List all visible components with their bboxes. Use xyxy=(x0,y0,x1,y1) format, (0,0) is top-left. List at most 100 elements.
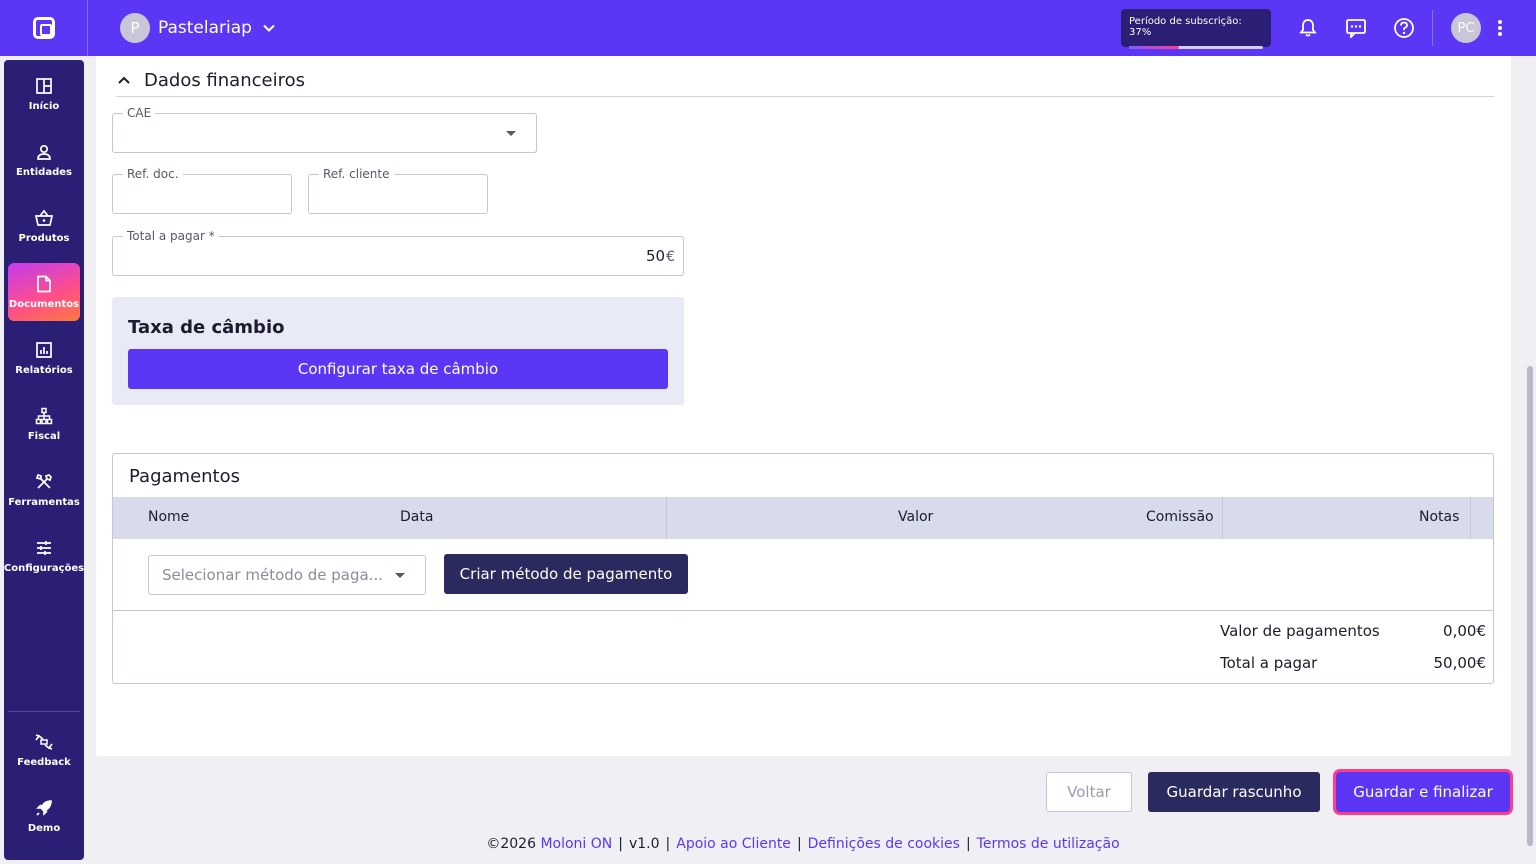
configure-exchange-rate-button[interactable]: Configurar taxa de câmbio xyxy=(128,349,668,389)
sidebar-item-label: Produtos xyxy=(18,233,70,244)
help-icon[interactable] xyxy=(1390,14,1418,42)
total-to-pay-summary-label: Total a pagar xyxy=(1220,654,1318,672)
company-name: Pastelariap xyxy=(158,18,252,38)
total-to-pay-label: Total a pagar * xyxy=(123,229,219,243)
footer-copyright: ©2026 xyxy=(486,836,536,852)
sidebar-item-label: Documentos xyxy=(8,299,80,310)
hierarchy-icon xyxy=(34,406,54,426)
sidebar-item-inicio[interactable]: Início xyxy=(8,65,80,123)
sidebar-item-label: Feedback xyxy=(17,757,71,768)
sidebar-item-fiscal[interactable]: Fiscal xyxy=(8,395,80,453)
app-logo[interactable] xyxy=(0,0,88,56)
chart-icon xyxy=(34,340,54,360)
sidebar-item-configuracoes[interactable]: Configurações xyxy=(4,527,84,585)
footer-separator: | xyxy=(965,836,971,852)
topbar-divider xyxy=(1432,10,1433,46)
ref-client-field[interactable]: Ref. cliente xyxy=(308,167,488,214)
sidebar-item-label: Relatórios xyxy=(15,365,73,376)
company-avatar: P xyxy=(120,13,150,43)
sidebar-item-label: Configurações xyxy=(3,563,85,574)
user-avatar[interactable]: PC xyxy=(1451,13,1481,43)
column-header-notas: Notas xyxy=(1419,509,1460,525)
subscription-label: Período de subscrição: 37% xyxy=(1129,16,1242,38)
subscription-indicator[interactable]: Período de subscrição: 37% xyxy=(1121,9,1271,49)
column-header-nome: Nome xyxy=(148,509,190,525)
subscription-progress-track xyxy=(1129,46,1263,49)
payments-value-amount: 0,00€ xyxy=(1443,622,1486,640)
total-to-pay-field[interactable]: Total a pagar * 50€ xyxy=(112,229,684,276)
payments-title: Pagamentos xyxy=(129,466,240,487)
more-vertical-icon[interactable] xyxy=(1486,14,1514,42)
sidebar-item-label: Fiscal xyxy=(27,431,61,442)
payment-method-placeholder: Selecionar método de paga... xyxy=(162,566,383,584)
footer-separator: | xyxy=(618,836,623,852)
feedback-icon xyxy=(34,732,54,752)
total-to-pay-value: 50€ xyxy=(646,247,675,265)
ref-doc-field[interactable]: Ref. doc. xyxy=(112,167,292,214)
home-grid-icon xyxy=(34,76,54,96)
column-header-valor: Valor xyxy=(898,509,934,525)
bell-icon[interactable] xyxy=(1294,14,1322,42)
sidebar-item-entidades[interactable]: Entidades xyxy=(8,131,80,189)
tools-icon xyxy=(34,472,54,492)
footer-support-link[interactable]: Apoio ao Cliente xyxy=(676,836,791,852)
total-to-pay-summary-amount: 50,00€ xyxy=(1433,654,1487,672)
column-divider xyxy=(1222,497,1223,539)
chevron-up-icon xyxy=(118,76,130,84)
column-header-comissao: Comissão xyxy=(1146,509,1214,525)
save-draft-button[interactable]: Guardar rascunho xyxy=(1148,772,1320,812)
payments-panel: Pagamentos Nome Data Valor Comissão Nota… xyxy=(112,453,1494,684)
sidebar-item-relatorios[interactable]: Relatórios xyxy=(8,329,80,387)
subscription-progress-fill xyxy=(1129,46,1179,49)
total-amount: 50 xyxy=(645,247,666,265)
currency-symbol: € xyxy=(666,249,675,265)
save-and-finalize-button[interactable]: Guardar e finalizar xyxy=(1336,772,1510,812)
person-icon xyxy=(34,142,54,162)
sidebar-item-label: Início xyxy=(28,101,60,112)
payment-method-select[interactable]: Selecionar método de paga... xyxy=(148,555,426,595)
create-payment-method-button[interactable]: Criar método de pagamento xyxy=(444,554,688,594)
document-icon xyxy=(34,274,54,294)
sidebar-item-feedback[interactable]: Feedback xyxy=(8,721,80,779)
cae-label: CAE xyxy=(123,106,156,120)
payments-value-label: Valor de pagamentos xyxy=(1220,622,1380,640)
column-divider xyxy=(666,497,667,539)
rocket-icon xyxy=(34,798,54,818)
sidebar-item-label: Demo xyxy=(27,823,61,834)
column-header-data: Data xyxy=(400,509,434,525)
exchange-rate-panel: Taxa de câmbio Configurar taxa de câmbio xyxy=(112,297,684,405)
sidebar-item-ferramentas[interactable]: Ferramentas xyxy=(8,461,80,519)
document-form-card: Dados financeiros CAE Ref. doc. Ref. cli… xyxy=(96,56,1511,756)
footer-separator: | xyxy=(796,836,802,852)
logo-icon xyxy=(32,17,55,39)
footer-separator: | xyxy=(665,836,671,852)
sidebar: Início Entidades Produtos Documentos Rel… xyxy=(4,60,84,860)
exchange-rate-title: Taxa de câmbio xyxy=(128,317,285,338)
chat-icon[interactable] xyxy=(1342,14,1370,42)
column-divider xyxy=(1470,497,1471,539)
scrollbar-thumb[interactable] xyxy=(1527,366,1533,846)
chevron-down-icon xyxy=(263,24,275,32)
footer-brand-link[interactable]: Moloni ON xyxy=(540,836,612,852)
sidebar-item-label: Entidades xyxy=(16,167,72,178)
ref-client-label: Ref. cliente xyxy=(319,167,394,181)
back-button[interactable]: Voltar xyxy=(1046,772,1132,812)
financial-section-header[interactable]: Dados financeiros xyxy=(116,64,1494,97)
sidebar-divider xyxy=(8,711,80,712)
sidebar-item-produtos[interactable]: Produtos xyxy=(8,197,80,255)
section-title: Dados financeiros xyxy=(144,69,305,91)
footer-terms-link[interactable]: Termos de utilização xyxy=(977,836,1120,852)
dropdown-arrow-icon xyxy=(395,573,405,578)
payments-divider xyxy=(113,610,1493,611)
company-selector[interactable]: P Pastelariap xyxy=(120,13,276,43)
basket-icon xyxy=(34,208,54,228)
page-scrollbar[interactable] xyxy=(1524,56,1536,864)
sidebar-item-documentos[interactable]: Documentos xyxy=(8,263,80,321)
footer-version: v1.0 xyxy=(628,836,660,852)
cae-select[interactable]: CAE xyxy=(112,106,537,153)
payments-table-header: Nome Data Valor Comissão Notas xyxy=(113,497,1493,539)
footer-cookies-link[interactable]: Definições de cookies xyxy=(808,836,960,852)
sliders-icon xyxy=(34,538,54,558)
dropdown-arrow-icon xyxy=(506,131,516,136)
page-footer: ©2026 Moloni ON | v1.0 | Apoio ao Cliente | De… xyxy=(0,836,1536,852)
